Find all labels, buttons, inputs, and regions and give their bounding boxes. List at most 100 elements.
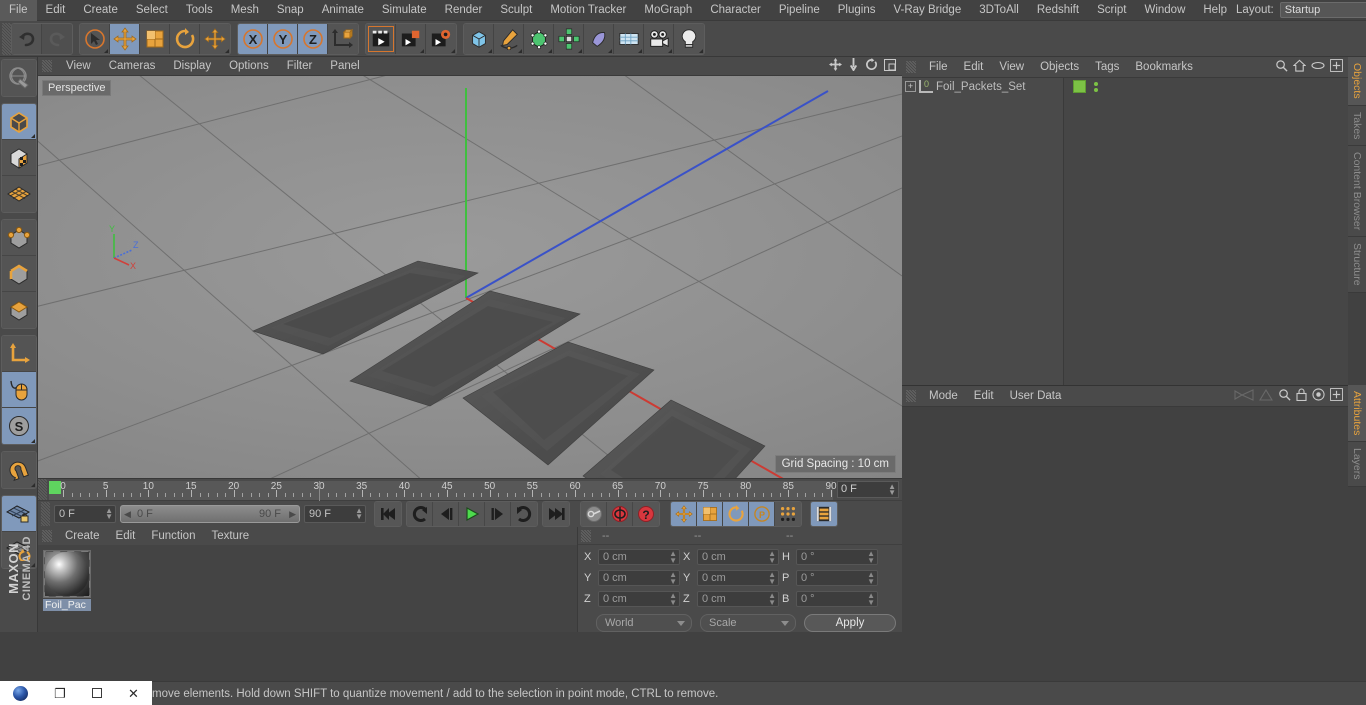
plus-box-icon[interactable] bbox=[1330, 59, 1343, 75]
play-icon[interactable] bbox=[459, 502, 485, 526]
timeline-grip[interactable] bbox=[38, 478, 47, 500]
snap-magnet-icon[interactable] bbox=[1, 452, 36, 488]
transport-grip[interactable] bbox=[41, 502, 50, 526]
attribute-menu-mode[interactable]: Mode bbox=[921, 386, 966, 407]
light-icon[interactable] bbox=[674, 23, 704, 54]
menu-item-mesh[interactable]: Mesh bbox=[222, 0, 268, 21]
object-menu-objects[interactable]: Objects bbox=[1032, 57, 1087, 78]
expand-plus-icon[interactable]: + bbox=[905, 81, 916, 92]
viewport-menu-grip[interactable] bbox=[42, 60, 52, 72]
range-right-arrow-icon[interactable]: ▶ bbox=[289, 509, 296, 520]
preview-range-slider[interactable]: ◀ 0 F 90 F ▶ bbox=[120, 505, 300, 523]
current-frame-field[interactable]: 0 F ▲ ▼ bbox=[54, 505, 116, 523]
end-frame-field[interactable]: 90 F ▲ ▼ bbox=[304, 505, 366, 523]
redo-button[interactable] bbox=[42, 23, 72, 54]
tab-attributes[interactable]: Attributes bbox=[1348, 385, 1366, 443]
pos-x-field[interactable]: 0 cm ▲ ▼ bbox=[598, 549, 680, 565]
restore-icon[interactable]: ❐ bbox=[54, 687, 66, 700]
viewport-menu-panel[interactable]: Panel bbox=[321, 57, 368, 76]
object-menu-edit[interactable]: Edit bbox=[956, 57, 992, 78]
undo-button[interactable] bbox=[12, 23, 42, 54]
attribute-menu-user-data[interactable]: User Data bbox=[1002, 386, 1070, 407]
go-to-previous-key-icon[interactable] bbox=[407, 502, 433, 526]
rotate-tool-icon[interactable] bbox=[170, 23, 200, 54]
step-back-icon[interactable] bbox=[433, 502, 459, 526]
keyframe-selection-icon[interactable]: ? bbox=[633, 502, 659, 526]
render-to-picture-viewer-icon[interactable] bbox=[396, 23, 426, 54]
apply-button[interactable]: Apply bbox=[804, 614, 896, 632]
menu-item-character[interactable]: Character bbox=[701, 0, 770, 21]
material-menu-edit[interactable]: Edit bbox=[108, 527, 144, 545]
plus-box-icon[interactable] bbox=[1330, 388, 1343, 404]
menu-item-sculpt[interactable]: Sculpt bbox=[491, 0, 541, 21]
generator-icon[interactable] bbox=[524, 23, 554, 54]
menu-item-redshift[interactable]: Redshift bbox=[1028, 0, 1088, 21]
spinner-icon[interactable]: ▲ ▼ bbox=[669, 571, 677, 586]
spinner-icon[interactable]: ▲ ▼ bbox=[768, 571, 776, 586]
viewport-menu-options[interactable]: Options bbox=[220, 57, 278, 76]
viewport-menu-display[interactable]: Display bbox=[164, 57, 220, 76]
material-menu-grip[interactable] bbox=[42, 530, 52, 542]
home-icon[interactable] bbox=[1292, 59, 1307, 75]
menu-item-vray-bridge[interactable]: V-Ray Bridge bbox=[884, 0, 970, 21]
scale-tool-icon[interactable] bbox=[140, 23, 170, 54]
pan-view-icon[interactable] bbox=[829, 58, 842, 74]
material-item[interactable]: Foil_Pac bbox=[43, 550, 91, 611]
go-to-next-key-icon[interactable] bbox=[511, 502, 537, 526]
cube-primitive-icon[interactable] bbox=[464, 23, 494, 54]
object-tags-column[interactable] bbox=[1064, 78, 1348, 385]
record-key-icon[interactable] bbox=[581, 502, 607, 526]
object-row-foil-packets-set[interactable]: + 0 Foil_Packets_Set bbox=[902, 78, 1063, 95]
menu-item-plugins[interactable]: Plugins bbox=[829, 0, 885, 21]
history-forward-icon[interactable] bbox=[1259, 388, 1273, 404]
rotate-view-icon[interactable] bbox=[865, 58, 878, 74]
menu-item-motion-tracker[interactable]: Motion Tracker bbox=[541, 0, 635, 21]
make-editable-icon[interactable] bbox=[1, 60, 36, 96]
close-icon[interactable]: ✕ bbox=[128, 687, 139, 700]
pos-y-field[interactable]: 0 cm ▲ ▼ bbox=[598, 570, 680, 586]
coordinate-system-dropdown[interactable]: World bbox=[596, 614, 692, 632]
tab-objects[interactable]: Objects bbox=[1348, 57, 1366, 106]
key-position-icon[interactable] bbox=[671, 502, 697, 526]
history-back-icon[interactable] bbox=[1234, 388, 1254, 404]
y-axis-icon[interactable]: Y bbox=[268, 23, 298, 54]
menu-item-simulate[interactable]: Simulate bbox=[373, 0, 436, 21]
move-axis-icon[interactable] bbox=[200, 23, 230, 54]
key-rotation-icon[interactable] bbox=[723, 502, 749, 526]
rot-b-field[interactable]: 0 ° ▲ ▼ bbox=[796, 591, 878, 607]
menu-item-file[interactable]: File bbox=[0, 0, 37, 21]
menu-item-3dtoall[interactable]: 3DToAll bbox=[970, 0, 1028, 21]
render-view-icon[interactable] bbox=[366, 23, 396, 54]
spinner-icon[interactable]: ▲ ▼ bbox=[867, 550, 875, 565]
object-manager-grip[interactable] bbox=[906, 61, 916, 73]
attribute-menu-edit[interactable]: Edit bbox=[966, 386, 1002, 407]
menu-item-pipeline[interactable]: Pipeline bbox=[770, 0, 829, 21]
timeline-frame-field[interactable]: 0 F ▲ ▼ bbox=[837, 480, 899, 498]
attribute-manager-body[interactable] bbox=[902, 407, 1348, 632]
timeline-strip-icon[interactable] bbox=[811, 502, 837, 526]
layout-dropdown[interactable]: Startup bbox=[1279, 2, 1366, 18]
spinner-icon[interactable]: ▲ ▼ bbox=[669, 592, 677, 607]
key-scale-icon[interactable] bbox=[697, 502, 723, 526]
key-pla-icon[interactable]: P bbox=[749, 502, 775, 526]
object-menu-bookmarks[interactable]: Bookmarks bbox=[1127, 57, 1201, 78]
spinner-icon[interactable]: ▲ ▼ bbox=[669, 550, 677, 565]
menu-item-edit[interactable]: Edit bbox=[37, 0, 75, 21]
size-z-field[interactable]: 0 cm ▲ ▼ bbox=[697, 591, 779, 607]
timeline-ruler[interactable]: 051015202530354045505560657075808590 bbox=[49, 480, 867, 501]
edges-mode-icon[interactable] bbox=[1, 256, 36, 292]
visibility-dots-icon[interactable] bbox=[1094, 81, 1098, 92]
z-axis-icon[interactable]: Z bbox=[298, 23, 328, 54]
pos-z-field[interactable]: 0 cm ▲ ▼ bbox=[598, 591, 680, 607]
menu-item-render[interactable]: Render bbox=[436, 0, 492, 21]
lock-icon[interactable] bbox=[1296, 388, 1307, 404]
render-settings-icon[interactable] bbox=[426, 23, 456, 54]
tab-takes[interactable]: Takes bbox=[1348, 105, 1366, 147]
model-mode-icon[interactable] bbox=[1, 104, 36, 140]
menu-item-snap[interactable]: Snap bbox=[268, 0, 313, 21]
world-coordinate-icon[interactable] bbox=[328, 23, 358, 54]
spline-pen-icon[interactable] bbox=[494, 23, 524, 54]
material-menu-function[interactable]: Function bbox=[143, 527, 203, 545]
toolbar-grip[interactable] bbox=[2, 22, 11, 55]
polygons-mode-icon[interactable] bbox=[1, 292, 36, 328]
